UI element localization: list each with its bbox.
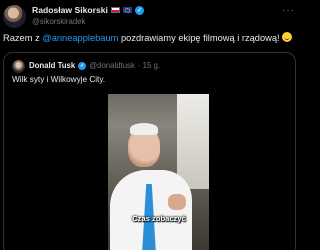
author-name-row: Radosław Sikorski ✓ <box>32 4 144 16</box>
video-person-hand <box>168 194 186 210</box>
verified-badge-icon: ✓ <box>78 61 87 70</box>
author-avatar[interactable] <box>3 5 26 28</box>
quoted-post-header: Donald Tusk ✓ @donaldtusk · 15 g. <box>29 61 160 70</box>
quoted-author-avatar[interactable] <box>12 60 25 73</box>
video-window-background <box>177 94 209 189</box>
quoted-post-text: Wilk syty i Wilkowyje City. <box>12 75 106 84</box>
quoted-author-handle[interactable]: @donaldtusk <box>89 61 135 70</box>
quoted-author-name[interactable]: Donald Tusk <box>29 61 75 70</box>
quoted-video[interactable]: Czas zobaczyć <box>108 94 209 250</box>
more-options-icon[interactable]: ··· <box>282 5 295 16</box>
quoted-post-time: · 15 g. <box>137 61 160 70</box>
video-caption: Czas zobaczyć <box>132 214 186 223</box>
author-name[interactable]: Radosław Sikorski <box>32 5 108 15</box>
post-text: Razem z @anneapplebaum pozdrawiamy ekipę… <box>3 32 297 44</box>
eu-flag-icon <box>122 7 132 13</box>
poland-flag-icon <box>110 7 120 13</box>
author-handle[interactable]: @sikorskiradek <box>32 17 85 26</box>
video-person-hair <box>130 123 158 135</box>
post-header: Radosław Sikorski ✓ @sikorskiradek ··· <box>3 3 297 29</box>
quoted-post[interactable]: Donald Tusk ✓ @donaldtusk · 15 g. Wilk s… <box>3 52 296 250</box>
post-text-end: pozdrawiamy ekipę filmową i rządową! <box>118 33 283 43</box>
verified-badge-icon: ✓ <box>134 5 144 15</box>
post-text-start: Razem z <box>3 33 43 43</box>
smiling-face-emoji-icon <box>282 32 293 42</box>
mention-link[interactable]: @anneapplebaum <box>42 33 118 43</box>
